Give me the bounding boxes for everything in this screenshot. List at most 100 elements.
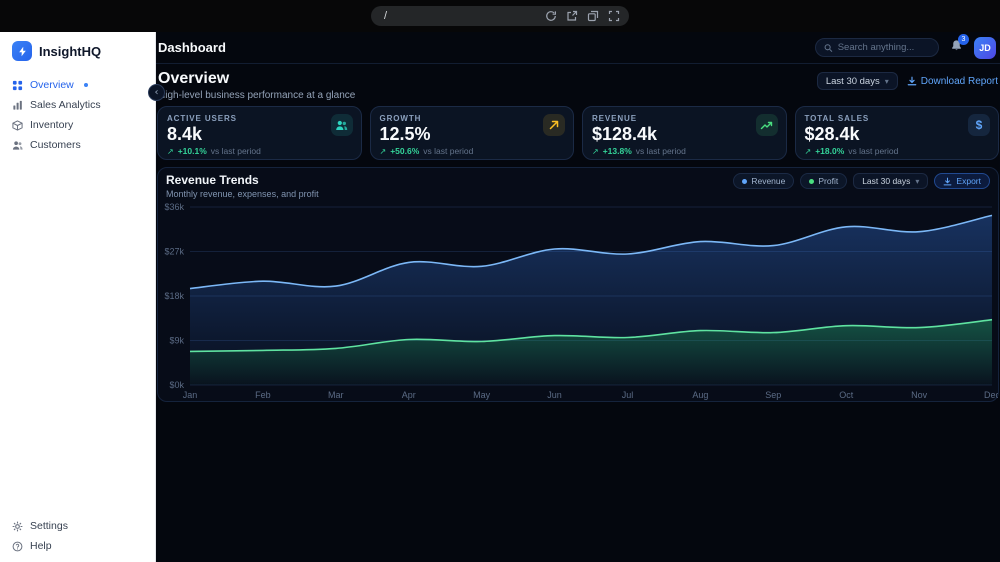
kpi-delta: +18.0% — [815, 146, 845, 156]
kpi-card-growth[interactable]: GROWTH 12.5% ↗ +50.6% vs last period — [369, 106, 574, 160]
help-icon — [12, 541, 23, 551]
sidebar-item-overview[interactable]: Overview — [0, 76, 155, 94]
page-head: Overview High-level business performance… — [156, 64, 1000, 106]
legend-revenue[interactable]: Revenue — [733, 173, 795, 189]
arrow-up-right-icon — [543, 114, 565, 136]
chart-subtitle: Monthly revenue, expenses, and profit — [166, 189, 319, 199]
revenue-dot-icon — [742, 178, 748, 184]
chevron-down-icon: ▾ — [884, 76, 889, 86]
kpi-card-total-sales[interactable]: TOTAL SALES $28.4k ↗ +18.0% vs last peri… — [794, 106, 999, 160]
svg-text:$9k: $9k — [169, 336, 184, 346]
sidebar-item-label: Sales Analytics — [30, 99, 101, 111]
tabs-icon[interactable] — [587, 10, 599, 22]
logo-bolt-icon — [12, 41, 32, 61]
kpi-value: 8.4k — [167, 124, 203, 144]
kpi-delta: +50.6% — [390, 146, 420, 156]
kpi-row: ACTIVE USERS 8.4k ↗ +10.1% vs last perio… — [156, 106, 1000, 160]
avatar[interactable]: JD — [974, 36, 996, 59]
svg-text:Jun: Jun — [547, 390, 562, 400]
svg-text:Apr: Apr — [402, 390, 416, 400]
svg-text:$36k: $36k — [164, 202, 184, 212]
trend-up-icon: ↗ — [804, 146, 812, 156]
kpi-value: $128.4k — [592, 124, 658, 144]
svg-text:Oct: Oct — [839, 390, 854, 400]
sidebar-collapse-button[interactable]: ‹ — [148, 84, 165, 101]
kpi-card-revenue[interactable]: REVENUE $128.4k ↗ +13.8% vs last period — [582, 106, 787, 160]
legend-label: Profit — [818, 176, 839, 186]
kpi-value: $28.4k — [804, 124, 860, 144]
kpi-note: vs last period — [635, 146, 686, 156]
sidebar-item-label: Help — [30, 540, 52, 552]
legend-profit[interactable]: Profit — [800, 173, 848, 189]
sidebar-item-settings[interactable]: Settings — [0, 517, 155, 535]
chart-title: Revenue Trends — [166, 173, 259, 187]
download-icon — [944, 177, 952, 185]
users-icon — [12, 140, 23, 150]
chart-range-label: Last 30 days — [862, 176, 911, 186]
kpi-delta: +13.8% — [602, 146, 632, 156]
sidebar-item-sales-analytics[interactable]: Sales Analytics — [0, 96, 155, 114]
kpi-label: TOTAL SALES — [804, 114, 870, 123]
refresh-icon[interactable] — [545, 10, 557, 22]
kpi-note: vs last period — [210, 146, 261, 156]
legend-label: Revenue — [751, 176, 786, 186]
search-input[interactable] — [837, 42, 930, 53]
svg-text:Sep: Sep — [765, 390, 781, 400]
download-report-button[interactable]: Download Report — [907, 76, 998, 87]
export-button[interactable]: Export — [934, 173, 990, 189]
svg-text:Aug: Aug — [692, 390, 708, 400]
dollar-icon: $ — [968, 114, 990, 136]
search-icon — [824, 43, 833, 52]
svg-text:Feb: Feb — [255, 390, 271, 400]
notifications-button[interactable]: 3 — [950, 33, 969, 57]
date-range-select[interactable]: Last 30 days ▾ — [816, 72, 898, 90]
expand-icon[interactable] — [608, 10, 620, 22]
kpi-card-active-users[interactable]: ACTIVE USERS 8.4k ↗ +10.1% vs last perio… — [157, 106, 362, 160]
page-title: Overview — [158, 70, 230, 87]
box-icon — [12, 119, 23, 131]
kpi-note: vs last period — [848, 146, 899, 156]
sidebar-item-help[interactable]: Help — [0, 537, 155, 555]
download-report-label: Download Report — [920, 75, 998, 87]
sidebar-item-customers[interactable]: Customers — [0, 136, 155, 154]
date-range-label: Last 30 days — [825, 75, 880, 87]
chart-range-select[interactable]: Last 30 days ▾ — [853, 173, 929, 189]
download-icon — [907, 76, 917, 86]
trend-up-icon: ↗ — [592, 146, 599, 156]
svg-text:$18k: $18k — [164, 291, 184, 301]
grid-icon — [12, 80, 23, 90]
sidebar-nav: Overview Sales Analytics Inventory Custo… — [0, 76, 155, 154]
chevron-down-icon: ▾ — [915, 176, 920, 186]
bar-chart-icon — [13, 100, 22, 110]
kpi-delta: +10.1% — [177, 146, 207, 156]
external-link-icon[interactable] — [566, 10, 578, 22]
sidebar: InsightHQ Overview Sales Analytics Inven… — [0, 32, 156, 562]
kpi-label: ACTIVE USERS — [167, 114, 237, 123]
brand: InsightHQ — [0, 41, 155, 61]
search-box[interactable] — [815, 38, 939, 57]
brand-name: InsightHQ — [39, 43, 102, 59]
sidebar-item-label: Overview — [30, 79, 74, 91]
trending-up-icon — [755, 114, 778, 136]
notification-badge: 3 — [958, 33, 969, 45]
svg-text:Jan: Jan — [183, 390, 198, 400]
kpi-note: vs last period — [423, 146, 474, 156]
chart-area: $0k $9k $18k $27k $36k Jan Feb Mar Apr May Jun Jul A… — [158, 201, 998, 401]
trend-up-icon: ↗ — [379, 146, 387, 156]
sidebar-item-label: Inventory — [30, 119, 74, 131]
revenue-trends-chart: $0k $9k $18k $27k $36k Jan Feb Mar Apr May Jun Jul A… — [164, 202, 998, 400]
page-header-title: Dashboard — [158, 40, 226, 55]
sidebar-item-label: Customers — [30, 139, 81, 151]
svg-text:Mar: Mar — [328, 390, 344, 400]
browser-chrome: / — [0, 0, 1000, 32]
main-content: Dashboard 3 JD Overview High-level busin… — [156, 32, 1000, 562]
topbar: Dashboard 3 JD — [156, 32, 1000, 64]
svg-text:Dec: Dec — [984, 390, 998, 400]
revenue-trends-card: Revenue Trends Monthly revenue, expenses… — [157, 167, 999, 402]
kpi-value: 12.5% — [379, 124, 431, 144]
sidebar-item-inventory[interactable]: Inventory — [0, 116, 155, 134]
trend-up-icon: ↗ — [167, 146, 174, 156]
url-bar[interactable]: / — [371, 6, 629, 26]
kpi-label: REVENUE — [592, 114, 637, 123]
profit-dot-icon — [809, 178, 815, 184]
